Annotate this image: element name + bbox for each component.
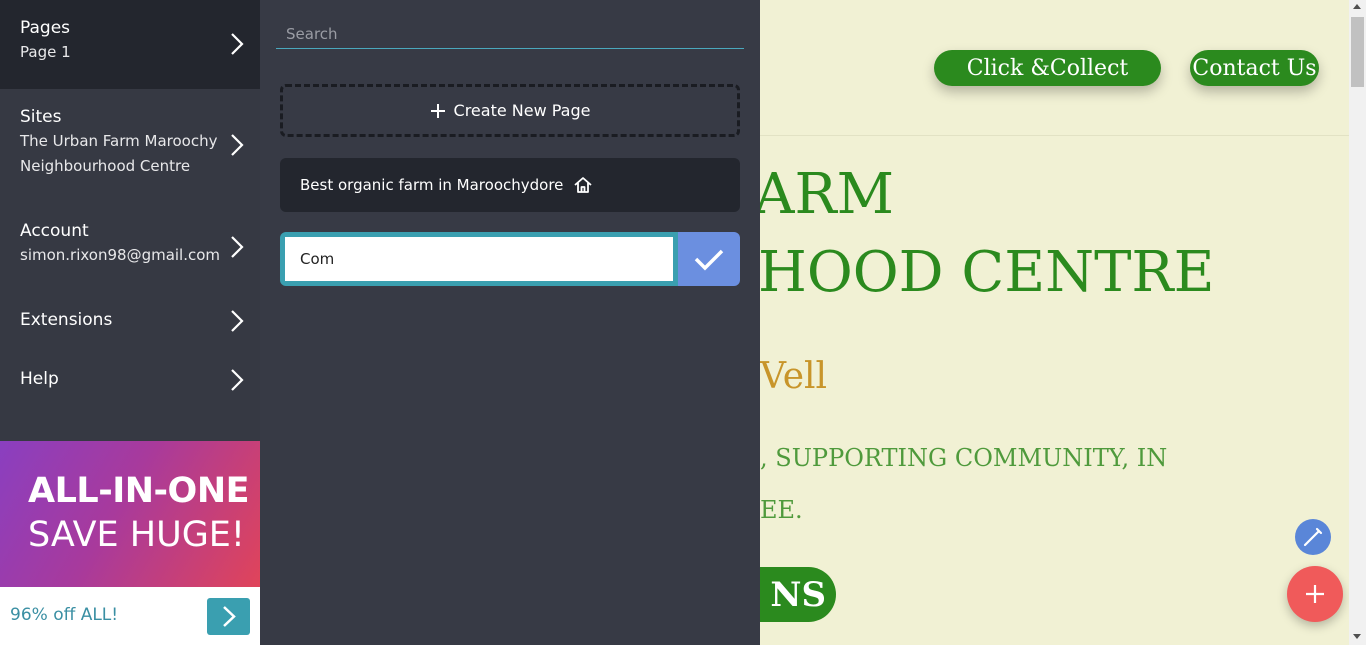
edit-style-button[interactable] [1295, 519, 1331, 555]
search-input[interactable] [276, 22, 754, 46]
scroll-thumb[interactable] [1351, 17, 1364, 87]
search-field [276, 22, 754, 49]
chevron-right-icon [231, 236, 244, 258]
scrollbar[interactable] [1349, 0, 1366, 645]
sidebar-item-sub: The Urban Farm Maroochy [20, 132, 218, 150]
scroll-up-arrow-icon[interactable] [1353, 4, 1361, 9]
promo-next-button[interactable] [207, 598, 250, 635]
chevron-right-icon [231, 369, 244, 391]
promo-offer-text: 96% off ALL! [10, 605, 119, 625]
create-new-page-button[interactable]: Create New Page [280, 84, 740, 137]
contact-us-button[interactable]: Contact Us [1190, 50, 1319, 86]
plus-icon [430, 103, 445, 118]
hero-title-line2: HOOD CENTRE [760, 240, 1215, 305]
confirm-button[interactable] [678, 232, 740, 286]
click-collect-button[interactable]: Click &Collect [934, 50, 1161, 86]
site-header: Click &Collect Contact Us [760, 0, 1350, 136]
brush-icon [1303, 527, 1323, 547]
hero-cta-button[interactable]: NS [760, 567, 836, 622]
hero-description-line1: , SUPPORTING COMMUNITY, IN [760, 444, 1168, 472]
chevron-right-icon [231, 134, 244, 156]
new-page-field [280, 232, 678, 286]
sidebar-item-sub: Neighbourhood Centre [20, 157, 191, 175]
create-new-page-label: Create New Page [453, 101, 591, 120]
hero-tagline: Vell [760, 356, 828, 397]
sidebar: Pages Page 1 Sites The Urban Farm Marooc… [0, 0, 260, 645]
chevron-right-icon [231, 310, 244, 332]
new-page-name-input[interactable] [285, 237, 673, 281]
sidebar-item-account[interactable]: Account simon.rixon98@gmail.com [0, 202, 260, 292]
sidebar-item-label: Extensions [20, 310, 113, 330]
promo-footer: 96% off ALL! [0, 587, 260, 645]
sidebar-item-sites[interactable]: Sites The Urban Farm Maroochy Neighbourh… [0, 89, 260, 199]
hero-description-line2: EE. [760, 496, 803, 524]
add-section-button[interactable] [1287, 566, 1343, 622]
sidebar-item-pages[interactable]: Pages Page 1 [0, 0, 260, 89]
hero-title-line1: ARM [760, 162, 894, 227]
pages-panel: Create New Page Best organic farm in Mar… [260, 0, 760, 645]
sidebar-item-label: Sites [20, 107, 62, 127]
sidebar-item-sub: Page 1 [20, 43, 71, 61]
page-list-item[interactable]: Best organic farm in Maroochydore [280, 158, 740, 212]
chevron-right-icon [223, 606, 236, 627]
promo-headline: ALL-IN-ONE [28, 471, 250, 511]
page-name: Best organic farm in Maroochydore [300, 176, 564, 194]
new-page-editor [280, 232, 740, 286]
checkmark-icon [694, 249, 724, 271]
sidebar-item-extensions[interactable]: Extensions [0, 295, 260, 350]
site-preview: Click &Collect Contact Us ARM HOOD CENTR… [760, 0, 1350, 645]
sidebar-item-help[interactable]: Help [0, 354, 260, 409]
chevron-right-icon [231, 33, 244, 55]
sidebar-item-sub: simon.rixon98@gmail.com [20, 246, 221, 264]
sidebar-item-label: Pages [20, 18, 71, 38]
scroll-down-arrow-icon[interactable] [1353, 634, 1361, 639]
promo-subheadline: SAVE HUGE! [28, 515, 245, 555]
sidebar-item-label: Help [20, 369, 59, 389]
home-icon [574, 177, 592, 193]
plus-icon [1306, 585, 1324, 603]
promo-banner[interactable]: ALL-IN-ONE SAVE HUGE! [0, 441, 260, 587]
sidebar-item-label: Account [20, 221, 89, 241]
